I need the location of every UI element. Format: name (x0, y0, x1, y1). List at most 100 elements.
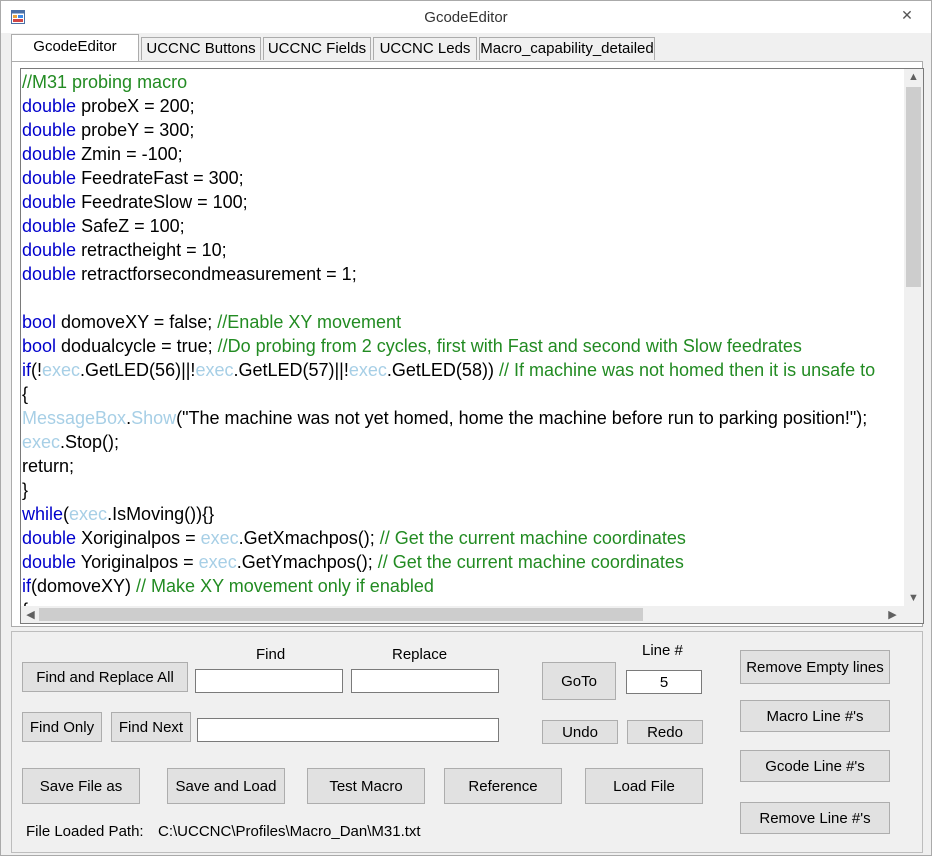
code-token: .GetLED(58)) (386, 360, 499, 380)
scroll-right-icon[interactable]: ▶ (883, 608, 902, 621)
load-file-button[interactable]: Load File (585, 768, 703, 804)
code-line[interactable]: double probeX = 200; (22, 94, 903, 118)
tab-macro-capability-detailed[interactable]: Macro_capability_detailed (479, 37, 655, 60)
replace-input[interactable] (351, 669, 499, 693)
code-token: Show (131, 408, 177, 428)
remove-line-numbers-button[interactable]: Remove Line #'s (740, 802, 890, 834)
scroll-left-icon[interactable]: ◀ (21, 608, 40, 621)
code-token: .GetLED(56)||! (80, 360, 196, 380)
code-token: Zmin = -100; (76, 144, 183, 164)
tab-gcode-editor[interactable]: GcodeEditor (11, 34, 139, 61)
code-token: // Get the current machine coordinates (379, 528, 686, 548)
redo-button[interactable]: Redo (627, 720, 703, 744)
tab-uccnc-leds[interactable]: UCCNC Leds (373, 37, 477, 60)
test-macro-button[interactable]: Test Macro (307, 768, 425, 804)
code-line[interactable]: double Zmin = -100; (22, 142, 903, 166)
macro-line-numbers-button[interactable]: Macro Line #'s (740, 700, 890, 732)
code-token: if (22, 360, 31, 380)
code-token: bool (22, 336, 57, 356)
horizontal-scrollbar[interactable]: ◀ ▶ (21, 606, 905, 623)
find-and-replace-all-button[interactable]: Find and Replace All (22, 662, 188, 692)
code-token: //Enable XY movement (217, 312, 402, 332)
find-only-input[interactable] (197, 718, 499, 742)
goto-button[interactable]: GoTo (542, 662, 616, 700)
code-line[interactable]: double FeedrateFast = 300; (22, 166, 903, 190)
code-line[interactable]: bool domoveXY = false; //Enable XY movem… (22, 310, 903, 334)
find-only-button[interactable]: Find Only (22, 712, 102, 742)
line-number-input[interactable] (626, 670, 702, 694)
code-line[interactable]: double SafeZ = 100; (22, 214, 903, 238)
code-token: double (22, 552, 77, 572)
code-line[interactable]: double Xoriginalpos = exec.GetXmachpos()… (22, 526, 903, 550)
code-line[interactable]: double FeedrateSlow = 100; (22, 190, 903, 214)
code-token: FeedrateSlow = 100; (76, 192, 248, 212)
code-token: ("The machine was not yet homed, home th… (176, 408, 868, 428)
save-file-as-button[interactable]: Save File as (22, 768, 140, 804)
close-icon[interactable]: ✕ (893, 5, 921, 25)
vertical-scrollbar[interactable]: ▲ ▼ (904, 69, 923, 606)
code-token: double (22, 192, 77, 212)
code-token: return; (22, 456, 75, 476)
code-token: (domoveXY) (31, 576, 137, 596)
horizontal-scroll-thumb[interactable] (39, 608, 643, 621)
code-line[interactable]: exec.Stop(); (22, 430, 903, 454)
code-token: bool (22, 312, 57, 332)
reference-button[interactable]: Reference (444, 768, 562, 804)
code-token: (! (31, 360, 42, 380)
code-token: retractheight = 10; (76, 240, 227, 260)
vertical-scroll-thumb[interactable] (906, 87, 921, 287)
code-line[interactable]: double probeY = 300; (22, 118, 903, 142)
scroll-up-icon[interactable]: ▲ (904, 71, 923, 83)
remove-empty-lines-button[interactable]: Remove Empty lines (740, 650, 890, 684)
code-token: exec (348, 360, 387, 380)
file-loaded-label: File Loaded Path: (26, 823, 144, 840)
find-label: Find (256, 646, 286, 663)
code-token: double (22, 264, 77, 284)
code-line[interactable]: { (22, 382, 903, 406)
scroll-corner (904, 606, 923, 623)
code-line[interactable]: double retractforsecondmeasurement = 1; (22, 262, 903, 286)
code-token: // Get the current machine coordinates (377, 552, 684, 572)
code-line[interactable]: double retractheight = 10; (22, 238, 903, 262)
code-line[interactable] (22, 286, 903, 310)
code-token: MessageBox (22, 408, 127, 428)
code-token: SafeZ = 100; (76, 216, 185, 236)
code-token: } (22, 480, 29, 500)
code-line[interactable]: return; (22, 454, 903, 478)
code-token: .GetYmachpos(); (236, 552, 378, 572)
code-token: { (22, 384, 29, 404)
undo-button[interactable]: Undo (542, 720, 618, 744)
code-line[interactable]: double Yoriginalpos = exec.GetYmachpos()… (22, 550, 903, 574)
code-line[interactable]: if(domoveXY) // Make XY movement only if… (22, 574, 903, 598)
code-token: double (22, 528, 77, 548)
code-token: Xoriginalpos = (76, 528, 201, 548)
code-line[interactable]: bool dodualcycle = true; //Do probing fr… (22, 334, 903, 358)
code-line[interactable]: MessageBox.Show("The machine was not yet… (22, 406, 903, 430)
code-token: Yoriginalpos = (76, 552, 199, 572)
code-editor[interactable]: //M31 probing macro double probeX = 200; d… (20, 68, 924, 624)
gcode-editor-tab-page: //M31 probing macro double probeX = 200; d… (11, 61, 924, 627)
find-next-button[interactable]: Find Next (111, 712, 191, 742)
code-line[interactable]: if(!exec.GetLED(56)||!exec.GetLED(57)||!… (22, 358, 903, 382)
code-token: probeY = 300; (76, 120, 195, 140)
save-and-load-button[interactable]: Save and Load (167, 768, 285, 804)
scroll-down-icon[interactable]: ▼ (904, 592, 923, 604)
code-token: double (22, 120, 77, 140)
code-token: domoveXY = false; (56, 312, 218, 332)
code-token: double (22, 144, 77, 164)
code-token: double (22, 168, 77, 188)
gcode-line-numbers-button[interactable]: Gcode Line #'s (740, 750, 890, 782)
tab-uccnc-buttons[interactable]: UCCNC Buttons (141, 37, 261, 60)
code-line[interactable]: //M31 probing macro (22, 70, 903, 94)
code-token: //M31 probing macro (22, 72, 188, 92)
code-token: exec (42, 360, 81, 380)
code-token: probeX = 200; (76, 96, 195, 116)
find-input[interactable] (195, 669, 343, 693)
code-text-area[interactable]: //M31 probing macro double probeX = 200; d… (22, 70, 903, 607)
code-line[interactable]: } (22, 478, 903, 502)
file-loaded-path: C:\UCCNC\Profiles\Macro_Dan\M31.txt (158, 823, 421, 840)
code-token: retractforsecondmeasurement = 1; (76, 264, 357, 284)
code-line[interactable]: while(exec.IsMoving()){} (22, 502, 903, 526)
code-token: .GetLED(57)||! (233, 360, 349, 380)
tab-uccnc-fields[interactable]: UCCNC Fields (263, 37, 371, 60)
